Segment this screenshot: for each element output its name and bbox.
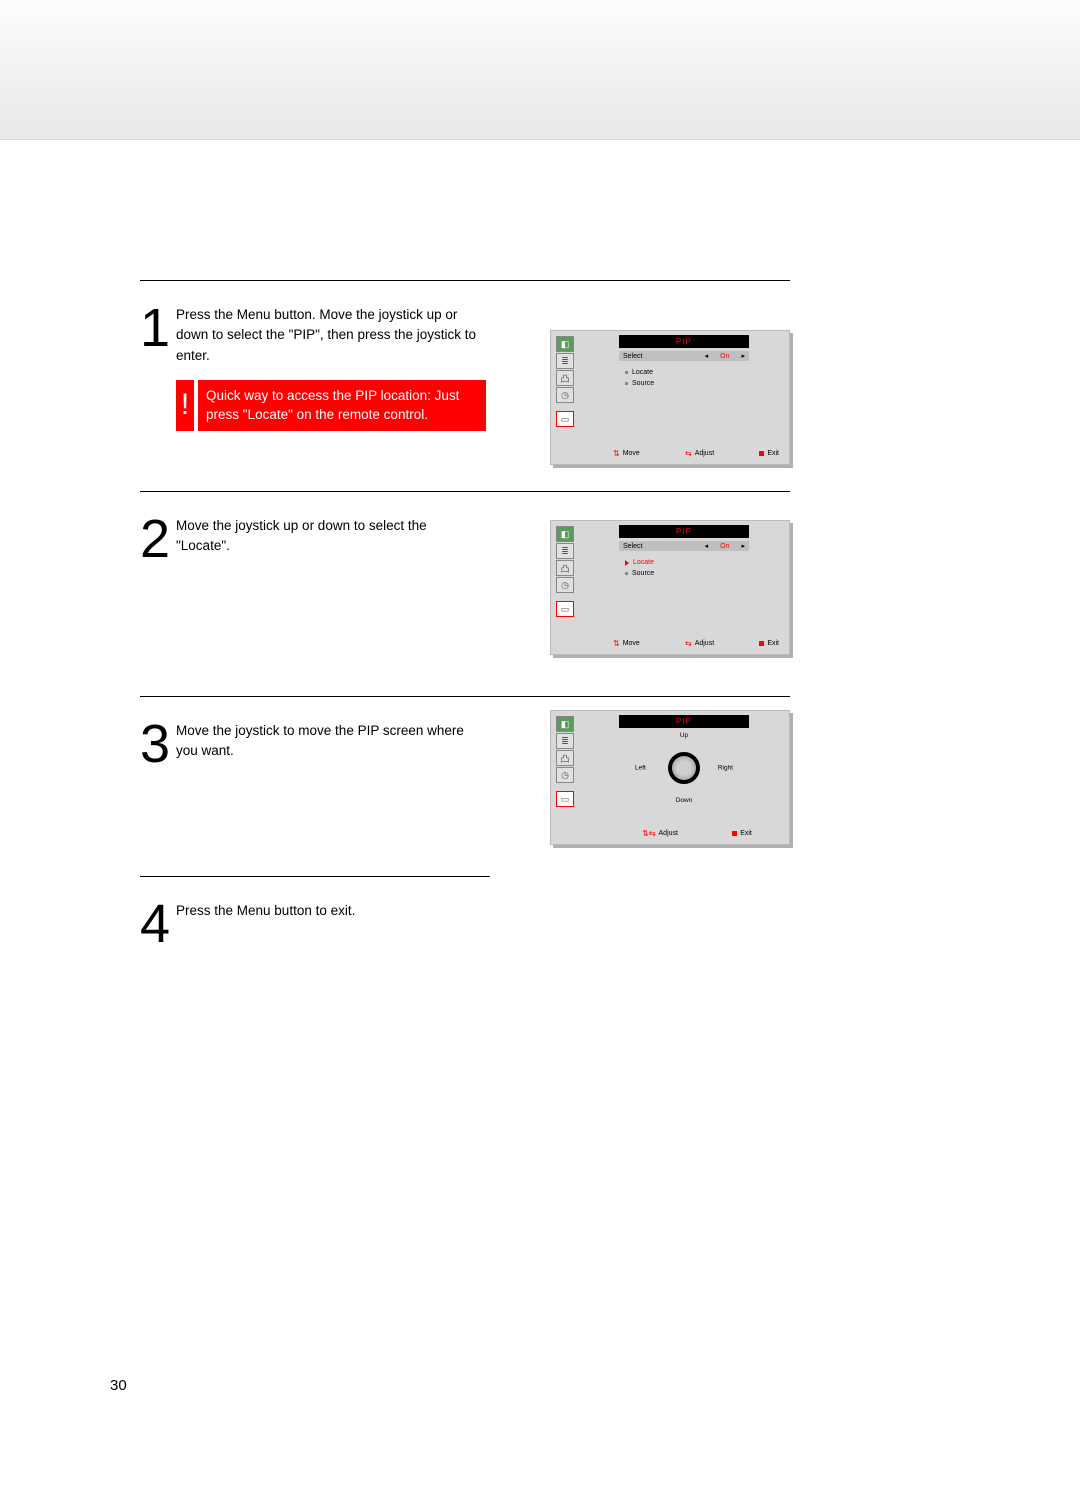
pip-icon: ▭ [556,791,574,807]
picture-icon: ◧ [556,716,574,732]
osd-screenshot-3: ◧ ≣ 凸 ◷ ▭ PIP Up Down Left Right ⇅⇆Adjus… [550,710,790,845]
setup-icon: 凸 [556,560,574,576]
osd-footer: ⇅Move ⇆Adjust Exit [613,449,779,458]
arrow-right-icon: ▸ [741,542,745,550]
joystick-ring-icon [668,752,700,784]
select-value: On [714,543,735,550]
page-header-band [0,0,1080,140]
osd-main: PIP Select ◂ On ▸ Locate Source ⇅Move ⇆A… [579,521,789,654]
select-label: Select [623,353,642,360]
joystick-right-label: Right [718,765,733,772]
exit-icon [759,641,764,646]
osd-screenshot-1: ◧ ≣ 凸 ◷ ▭ PIP Select ◂ On ▸ Locate Sourc… [550,330,790,465]
updown-icon: ⇅ [613,639,620,648]
page-content: 1 Press the Menu button. Move the joysti… [0,140,1080,951]
step-text: Press the Menu button. Move the joystick… [176,301,481,366]
osd-sidebar: ◧ ≣ 凸 ◷ ▭ [551,331,579,464]
select-label: Select [623,543,642,550]
menu-item-source: Source [619,378,749,389]
joystick-left-label: Left [635,765,646,772]
joystick-down-label: Down [676,797,693,804]
pip-icon: ▭ [556,411,574,427]
osd-screenshot-2: ◧ ≣ 凸 ◷ ▭ PIP Select ◂ On ▸ Locate Sourc… [550,520,790,655]
menu-item-source: Source [619,568,749,579]
setup-icon: 凸 [556,750,574,766]
setup-icon: 凸 [556,370,574,386]
updown-icon: ⇅ [613,449,620,458]
exit-icon [732,831,737,836]
osd-title: PIP [619,335,749,348]
clock-icon: ◷ [556,577,574,593]
osd-sidebar: ◧ ≣ 凸 ◷ ▭ [551,711,579,844]
osd-select-row: Select ◂ On ▸ [619,541,749,551]
alert-box: ! Quick way to access the PIP location: … [176,380,486,431]
bullet-icon [625,382,628,385]
step-number: 2 [140,512,170,566]
step-number: 1 [140,301,170,355]
leftright-icon: ⇆ [685,639,692,648]
triangle-icon [625,560,629,566]
adjust-icon: ⇅⇆ [642,829,655,838]
audio-icon: ≣ [556,543,574,559]
osd-menu: Locate Source [619,557,749,579]
osd-footer: ⇅⇆Adjust Exit [615,829,779,838]
step-number: 3 [140,717,170,771]
alert-text: Quick way to access the PIP location: Ju… [198,380,486,431]
osd-title: PIP [619,525,749,538]
step-text: Move the joystick to move the PIP screen… [176,717,481,762]
osd-title: PIP [619,715,749,728]
audio-icon: ≣ [556,733,574,749]
step-text: Move the joystick up or down to select t… [176,512,481,557]
picture-icon: ◧ [556,336,574,352]
clock-icon: ◷ [556,767,574,783]
joystick-up-label: Up [680,732,688,739]
menu-item-locate-selected: Locate [619,557,749,568]
osd-sidebar: ◧ ≣ 凸 ◷ ▭ [551,521,579,654]
bullet-icon [625,371,628,374]
arrow-left-icon: ◂ [705,542,709,550]
pip-icon: ▭ [556,601,574,617]
leftright-icon: ⇆ [685,449,692,458]
menu-item-locate: Locate [619,367,749,378]
osd-menu: Locate Source [619,367,749,389]
bullet-icon [625,572,628,575]
osd-main: PIP Select ◂ On ▸ Locate Source ⇅Move ⇆A… [579,331,789,464]
osd-footer: ⇅Move ⇆Adjust Exit [613,639,779,648]
osd-joystick: Up Down Left Right [619,732,749,804]
exit-icon [759,451,764,456]
picture-icon: ◧ [556,526,574,542]
osd-select-row: Select ◂ On ▸ [619,351,749,361]
select-value: On [714,353,735,360]
step-4: 4 Press the Menu button to exit. [140,877,790,951]
audio-icon: ≣ [556,353,574,369]
clock-icon: ◷ [556,387,574,403]
alert-icon: ! [176,380,194,431]
step-text: Press the Menu button to exit. [176,897,481,921]
arrow-right-icon: ▸ [741,352,745,360]
osd-main: PIP Up Down Left Right ⇅⇆Adjust Exit [579,711,789,844]
arrow-left-icon: ◂ [705,352,709,360]
step-number: 4 [140,897,170,951]
step-body: Press the Menu button. Move the joystick… [176,301,486,431]
page-number: 30 [110,1377,127,1394]
